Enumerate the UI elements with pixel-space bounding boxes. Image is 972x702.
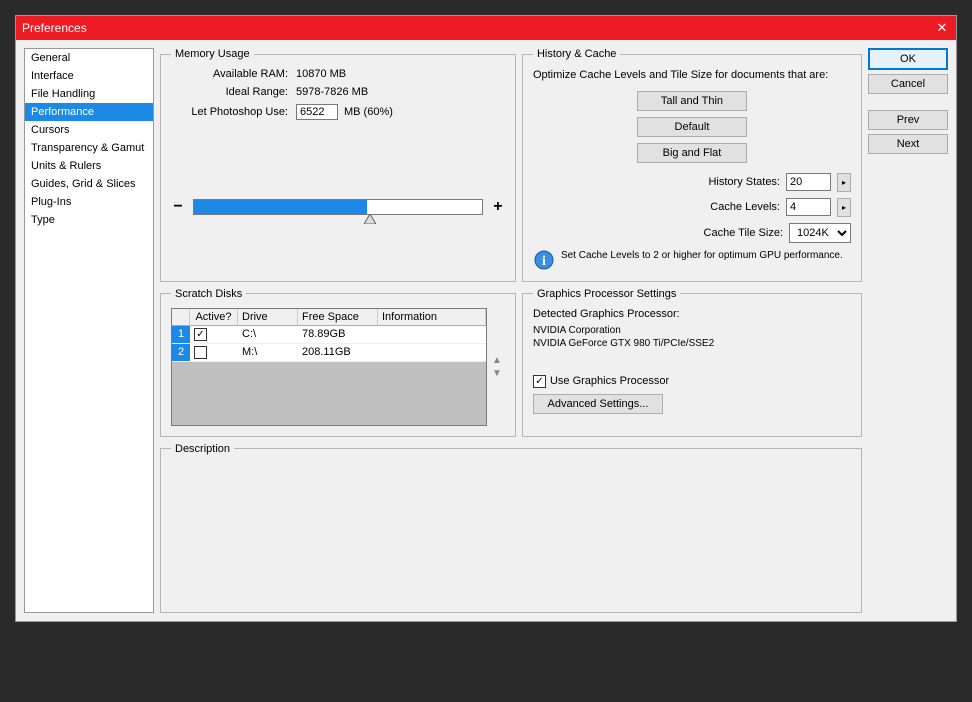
move-up-icon[interactable]: ▲ <box>489 355 505 366</box>
history-cache-group: History & Cache Optimize Cache Levels an… <box>522 48 862 282</box>
photoshop-use-suffix: MB (60%) <box>344 106 393 118</box>
cache-tile-select[interactable]: 1024K <box>789 223 851 243</box>
next-button[interactable]: Next <box>868 134 948 154</box>
col-free: Free Space <box>298 309 378 325</box>
history-intro: Optimize Cache Levels and Tile Size for … <box>533 68 851 83</box>
sidebar-item-plugins[interactable]: Plug-Ins <box>25 193 153 211</box>
photoshop-use-input[interactable] <box>296 104 338 120</box>
memory-legend: Memory Usage <box>171 48 254 60</box>
description-legend: Description <box>171 443 234 455</box>
prev-button[interactable]: Prev <box>868 110 948 130</box>
advanced-settings-button[interactable]: Advanced Settings... <box>533 394 663 414</box>
tall-thin-button[interactable]: Tall and Thin <box>637 91 747 111</box>
window-title: Preferences <box>22 21 934 35</box>
sidebar-item-performance[interactable]: Performance <box>25 103 153 121</box>
history-legend: History & Cache <box>533 48 620 60</box>
default-button[interactable]: Default <box>637 117 747 137</box>
preferences-window: Preferences ✕ General Interface File Han… <box>15 15 957 622</box>
disk-drive: C:\ <box>238 326 298 343</box>
sidebar-item-type[interactable]: Type <box>25 211 153 229</box>
disk-free: 208.11GB <box>298 344 378 361</box>
cache-levels-label: Cache Levels: <box>710 201 780 213</box>
move-down-icon[interactable]: ▼ <box>489 368 505 379</box>
cache-levels-input[interactable] <box>786 198 831 216</box>
col-info: Information <box>378 309 486 325</box>
scratch-disks-group: Scratch Disks Active? Drive Free Space I… <box>160 288 516 437</box>
cache-levels-spinner[interactable]: ▸ <box>837 198 851 217</box>
cancel-button[interactable]: Cancel <box>868 74 948 94</box>
sidebar-item-units[interactable]: Units & Rulers <box>25 157 153 175</box>
photoshop-use-label: Let Photoshop Use: <box>171 106 296 118</box>
disk-active-checkbox[interactable]: ✓ <box>194 328 207 341</box>
gpu-device: NVIDIA GeForce GTX 980 Ti/PCIe/SSE2 <box>533 337 851 351</box>
gpu-vendor: NVIDIA Corporation <box>533 324 851 338</box>
sidebar-item-interface[interactable]: Interface <box>25 67 153 85</box>
ideal-range-label: Ideal Range: <box>171 86 296 98</box>
big-flat-button[interactable]: Big and Flat <box>637 143 747 163</box>
slider-handle-icon[interactable] <box>364 214 376 224</box>
table-header: Active? Drive Free Space Information <box>172 309 486 326</box>
slider-minus-button[interactable]: − <box>171 198 185 216</box>
available-ram-label: Available RAM: <box>171 68 296 80</box>
description-group: Description <box>160 443 862 613</box>
slider-fill <box>194 200 367 214</box>
sidebar-item-cursors[interactable]: Cursors <box>25 121 153 139</box>
disk-drive: M:\ <box>238 344 298 361</box>
use-gpu-checkbox[interactable]: ✓ <box>533 375 546 388</box>
svg-text:i: i <box>542 254 546 269</box>
history-states-input[interactable] <box>786 173 831 191</box>
gpu-legend: Graphics Processor Settings <box>533 288 680 300</box>
disk-free: 78.89GB <box>298 326 378 343</box>
col-drive: Drive <box>238 309 298 325</box>
row-num: 2 <box>172 344 190 361</box>
titlebar: Preferences ✕ <box>16 16 956 40</box>
sidebar-item-guides[interactable]: Guides, Grid & Slices <box>25 175 153 193</box>
detected-gpu-label: Detected Graphics Processor: <box>533 308 851 320</box>
slider-plus-button[interactable]: + <box>491 198 505 216</box>
info-icon: i <box>533 249 555 271</box>
ideal-range-value: 5978-7826 MB <box>296 86 368 98</box>
close-icon[interactable]: ✕ <box>934 20 950 36</box>
memory-usage-group: Memory Usage Available RAM: 10870 MB Ide… <box>160 48 516 282</box>
scratch-disk-table: Active? Drive Free Space Information 1 ✓… <box>171 308 487 426</box>
sidebar-item-transparency[interactable]: Transparency & Gamut <box>25 139 153 157</box>
memory-slider[interactable] <box>193 199 483 215</box>
cache-note: Set Cache Levels to 2 or higher for opti… <box>561 249 843 262</box>
table-row[interactable]: 2 M:\ 208.11GB <box>172 344 486 362</box>
ok-button[interactable]: OK <box>868 48 948 70</box>
table-row[interactable]: 1 ✓ C:\ 78.89GB <box>172 326 486 344</box>
row-num: 1 <box>172 326 190 343</box>
category-sidebar: General Interface File Handling Performa… <box>24 48 154 613</box>
disk-info <box>378 344 486 361</box>
col-active: Active? <box>190 309 238 325</box>
disk-active-checkbox[interactable] <box>194 346 207 359</box>
disk-info <box>378 326 486 343</box>
cache-tile-label: Cache Tile Size: <box>704 227 783 239</box>
gpu-settings-group: Graphics Processor Settings Detected Gra… <box>522 288 862 437</box>
sidebar-item-general[interactable]: General <box>25 49 153 67</box>
scratch-legend: Scratch Disks <box>171 288 246 300</box>
use-gpu-label: Use Graphics Processor <box>550 375 669 387</box>
history-states-spinner[interactable]: ▸ <box>837 173 851 192</box>
sidebar-item-file-handling[interactable]: File Handling <box>25 85 153 103</box>
available-ram-value: 10870 MB <box>296 68 346 80</box>
history-states-label: History States: <box>708 176 780 188</box>
